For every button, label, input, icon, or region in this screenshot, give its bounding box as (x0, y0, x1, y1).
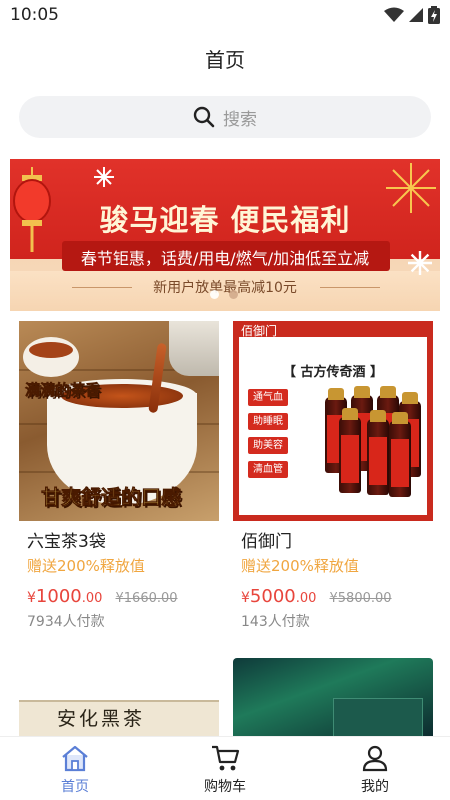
wifi-icon (384, 7, 404, 22)
snowflake-icon (408, 251, 432, 275)
battery-icon (428, 6, 440, 24)
original-price: ¥5800.00 (329, 591, 392, 606)
tab-profile-label: 我的 (361, 779, 389, 795)
user-icon (362, 745, 388, 772)
banner-subline: 春节钜惠，话费/用电/燃气/加油低至立减 (80, 249, 370, 268)
product-bonus: 赠送200%释放值 (27, 557, 145, 575)
carousel-dot-active[interactable] (210, 290, 219, 299)
carousel-dot[interactable] (229, 290, 238, 299)
tab-profile[interactable]: 我的 (325, 743, 425, 796)
price-symbol: ¥ (241, 590, 250, 606)
wine-tag: 助美容 (248, 437, 288, 454)
sold-count: 143人付款 (241, 614, 310, 630)
product-name: 佰御门 (241, 532, 292, 552)
tea-image-caption-bottom: 甘爽舒适的口感 (41, 485, 182, 510)
status-time: 10:05 (10, 5, 59, 25)
product-image-tea: 满满的茶香 甘爽舒适的口感 (19, 321, 219, 521)
product-price-row: ¥5000.00 ¥5800.00 (241, 586, 392, 607)
promo-banner[interactable]: 骏马迎春 便民福利 春节钜惠，话费/用电/燃气/加油低至立减 新用户放单最高减1… (10, 159, 440, 311)
product-image-wine: 佰御门 【 古方传奇酒 】 通气血 助睡眠 助美容 清血管 (233, 321, 433, 521)
search-bar[interactable]: 搜索 (19, 96, 431, 138)
wine-image-title: 【 古方传奇酒 】 (282, 365, 384, 380)
home-screen: 10:05 首页 搜索 骏马迎春 便民福利 春节钜惠，话费/用电/燃气/加油低至… (0, 0, 450, 800)
product-bonus: 赠送200%释放值 (241, 557, 359, 575)
product-card[interactable] (233, 658, 433, 738)
price-decimal: .00 (295, 591, 317, 606)
cart-icon (212, 745, 240, 771)
wine-tag: 清血管 (248, 461, 288, 478)
price-integer: 5000 (249, 586, 296, 607)
product-card[interactable]: 安化黑茶 (19, 700, 219, 740)
signal-icon (409, 8, 423, 22)
original-price: ¥1660.00 (115, 591, 178, 606)
product-card[interactable]: 满满的茶香 甘爽舒适的口感 六宝茶3袋 赠送200%释放值 ¥1000.00 ¥… (19, 321, 219, 651)
black-tea-title: 安化黑茶 (57, 708, 146, 730)
banner-headline: 骏马迎春 便民福利 (99, 203, 351, 237)
tab-home[interactable]: 首页 (25, 743, 125, 796)
bottom-tab-bar: 首页 购物车 我的 (0, 736, 450, 800)
product-price-row: ¥1000.00 ¥1660.00 (27, 586, 178, 607)
product-name: 六宝茶3袋 (27, 532, 106, 552)
tab-cart[interactable]: 购物车 (175, 743, 275, 796)
snowflake-icon (94, 167, 114, 187)
home-icon (62, 745, 88, 772)
page-title: 首页 (205, 48, 245, 72)
price-symbol: ¥ (27, 590, 36, 606)
wine-tag: 助睡眠 (248, 413, 288, 430)
price-decimal: .00 (81, 591, 103, 606)
product-image-black-tea: 安化黑茶 (19, 700, 219, 740)
product-card[interactable]: 佰御门 【 古方传奇酒 】 通气血 助睡眠 助美容 清血管 佰御门 赠送200%… (233, 321, 433, 651)
sold-count: 7934人付款 (27, 614, 105, 630)
tab-cart-label: 购物车 (204, 779, 246, 795)
tea-image-caption-top: 满满的茶香 (25, 381, 101, 400)
status-bar: 10:05 (0, 0, 450, 32)
price-integer: 1000 (35, 586, 82, 607)
search-placeholder: 搜索 (223, 109, 257, 130)
product-image-aurora (233, 658, 433, 738)
wine-tag: 通气血 (248, 389, 288, 406)
status-icons (384, 6, 440, 24)
tab-home-label: 首页 (61, 779, 89, 795)
carousel-dots (210, 290, 238, 299)
search-icon (193, 106, 215, 128)
